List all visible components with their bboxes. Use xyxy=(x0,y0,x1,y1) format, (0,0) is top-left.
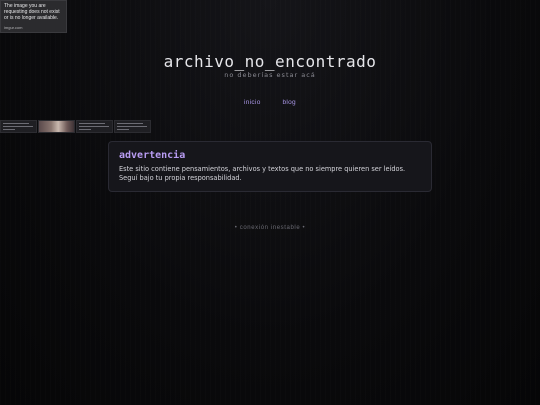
thumbnail-photo[interactable] xyxy=(38,120,75,133)
broken-image-message: The image you are requesting does not ex… xyxy=(4,3,60,21)
broken-image-placeholder: The image you are requesting does not ex… xyxy=(0,0,67,33)
thumbnail-strip xyxy=(0,120,151,133)
page-title: archivo_no_encontrado xyxy=(163,52,377,71)
page-subtitle: no deberías estar acá xyxy=(224,71,316,79)
main-nav: inicio blog xyxy=(0,99,540,106)
warning-text: Este sitio contiene pensamientos, archiv… xyxy=(119,165,406,182)
warning-title: advertencia xyxy=(119,150,186,161)
thumbnail-item[interactable] xyxy=(114,120,151,133)
nav-item-inicio[interactable]: inicio xyxy=(244,99,261,106)
thumbnail-item[interactable] xyxy=(76,120,113,133)
connection-status: • conexión inestable • xyxy=(234,225,306,231)
thumbnail-item[interactable] xyxy=(0,120,37,133)
warning-card: advertencia Este sitio contiene pensamie… xyxy=(108,141,432,192)
broken-image-footer: imgur.com xyxy=(4,25,23,30)
nav-item-blog[interactable]: blog xyxy=(282,99,296,106)
